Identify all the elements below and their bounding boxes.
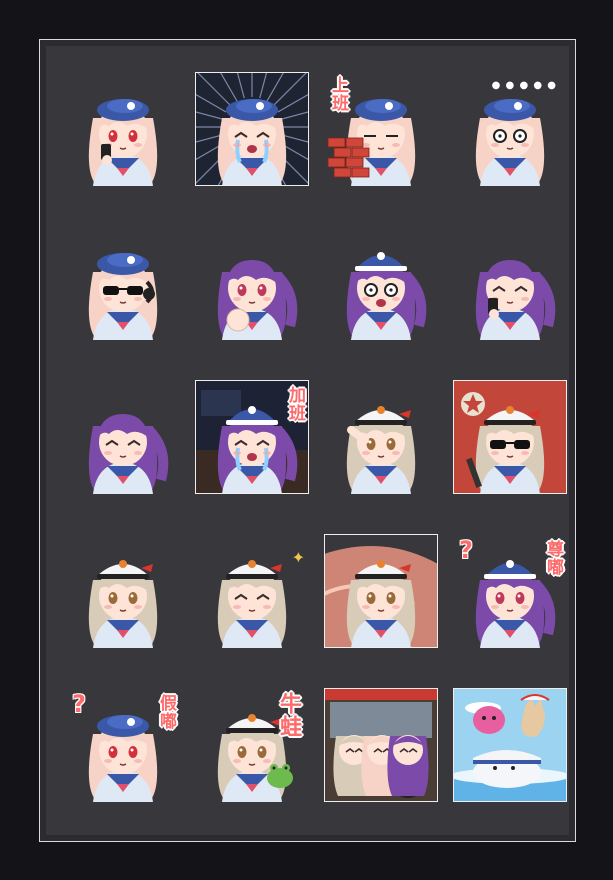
sticker-15[interactable] <box>324 534 438 648</box>
sticker-16[interactable]: 尊嘟? <box>453 534 567 648</box>
sticker-caption: 假嘟 <box>156 694 176 730</box>
sticker-19[interactable] <box>324 688 438 802</box>
sticker-12[interactable] <box>453 380 567 494</box>
sticker-art <box>346 406 416 494</box>
sticker-art <box>475 260 556 340</box>
ellipsis-dots-icon: ● ● ● ● ● <box>491 80 557 91</box>
sticker-panel: 上班 ● ● ● ● ● 加班 ✦ 尊嘟 ? 假嘟 ? 牛蛙 <box>46 46 569 835</box>
sticker-2[interactable] <box>195 72 309 186</box>
sticker-11[interactable] <box>324 380 438 494</box>
sticker-art <box>453 380 567 494</box>
sticker-sheet-frame: 上班 ● ● ● ● ● 加班 ✦ 尊嘟 ? 假嘟 ? 牛蛙 <box>39 39 576 842</box>
sticker-art <box>195 72 309 186</box>
sticker-caption: 尊嘟 <box>543 540 563 576</box>
sticker-14[interactable]: ✦ <box>195 534 309 648</box>
sticker-art <box>88 253 158 340</box>
sticker-caption: 加班 <box>285 386 305 422</box>
sticker-20[interactable] <box>453 688 567 802</box>
sticker-9[interactable] <box>66 380 180 494</box>
sticker-art <box>217 260 298 340</box>
sticker-art <box>88 99 158 186</box>
sticker-3[interactable]: 上班 <box>324 72 438 186</box>
sticker-grid: 上班 ● ● ● ● ● 加班 ✦ 尊嘟 ? 假嘟 ? 牛蛙 <box>66 72 567 802</box>
sticker-caption: 上班 <box>328 76 348 112</box>
sparkle-icon: ✦ <box>291 548 305 567</box>
sticker-art <box>324 688 438 802</box>
sticker-4[interactable]: ● ● ● ● ● <box>453 72 567 186</box>
sticker-5[interactable] <box>66 226 180 340</box>
sticker-art <box>346 252 427 340</box>
sticker-18[interactable]: 牛蛙 <box>195 688 309 802</box>
sticker-6[interactable] <box>195 226 309 340</box>
sticker-1[interactable] <box>66 72 180 186</box>
question-mark-icon: ? <box>72 690 86 718</box>
sticker-caption: 牛蛙 <box>276 692 301 738</box>
sticker-art <box>324 534 438 648</box>
question-mark-icon: ? <box>459 536 473 564</box>
sticker-8[interactable] <box>453 226 567 340</box>
sticker-17[interactable]: 假嘟? <box>66 688 180 802</box>
sticker-13[interactable] <box>66 534 180 648</box>
sticker-art <box>88 414 169 494</box>
sticker-7[interactable] <box>324 226 438 340</box>
sticker-art <box>88 560 158 648</box>
sticker-art <box>453 688 567 802</box>
sticker-10[interactable]: 加班 <box>195 380 309 494</box>
